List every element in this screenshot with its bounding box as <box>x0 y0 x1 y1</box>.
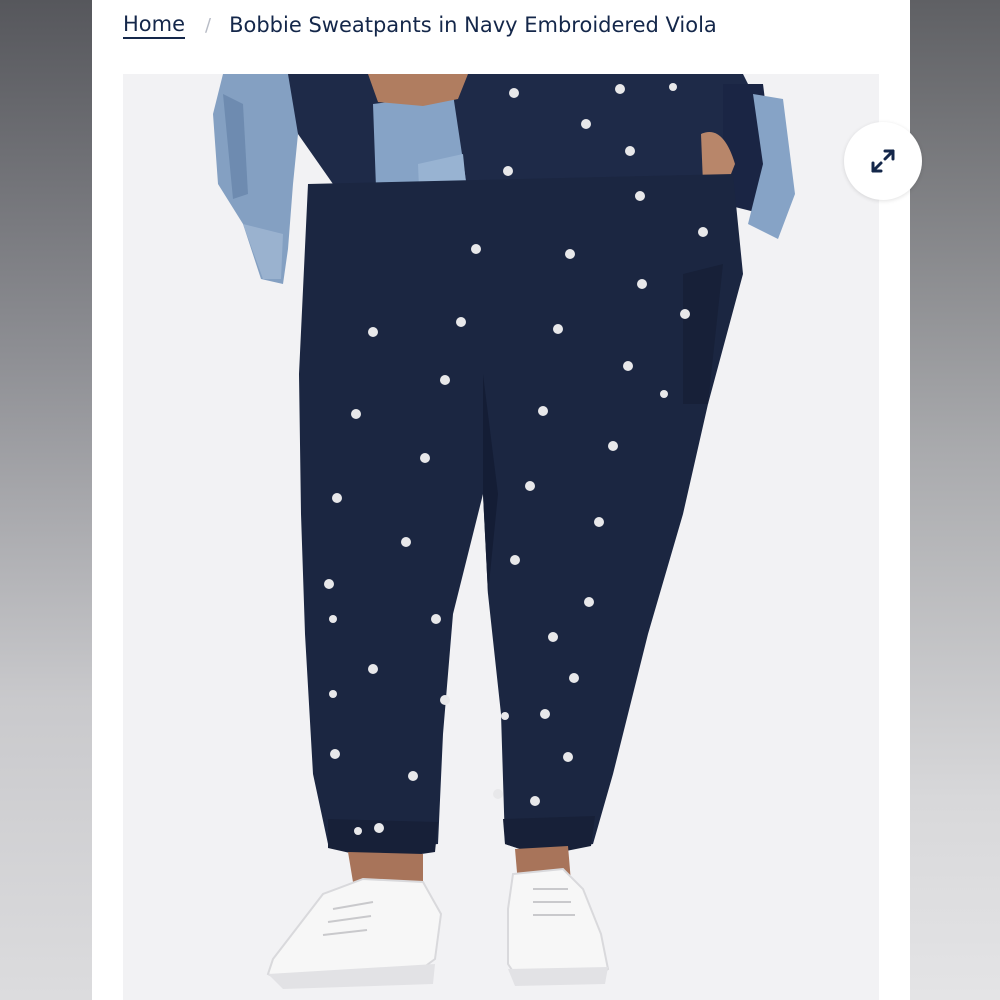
expand-arrows-icon <box>871 149 895 173</box>
breadcrumb: Home / Bobbie Sweatpants in Navy Embroid… <box>123 8 717 42</box>
left-backdrop <box>0 0 92 1000</box>
product-photo-illustration <box>123 74 879 1000</box>
breadcrumb-current-page: Bobbie Sweatpants in Navy Embroidered Vi… <box>229 13 717 37</box>
expand-image-button[interactable] <box>844 122 922 200</box>
product-image[interactable] <box>123 74 879 1000</box>
breadcrumb-home-link[interactable]: Home <box>123 11 186 39</box>
product-page: Home / Bobbie Sweatpants in Navy Embroid… <box>92 0 922 1000</box>
breadcrumb-separator: / <box>205 14 212 36</box>
right-backdrop <box>910 0 1000 1000</box>
